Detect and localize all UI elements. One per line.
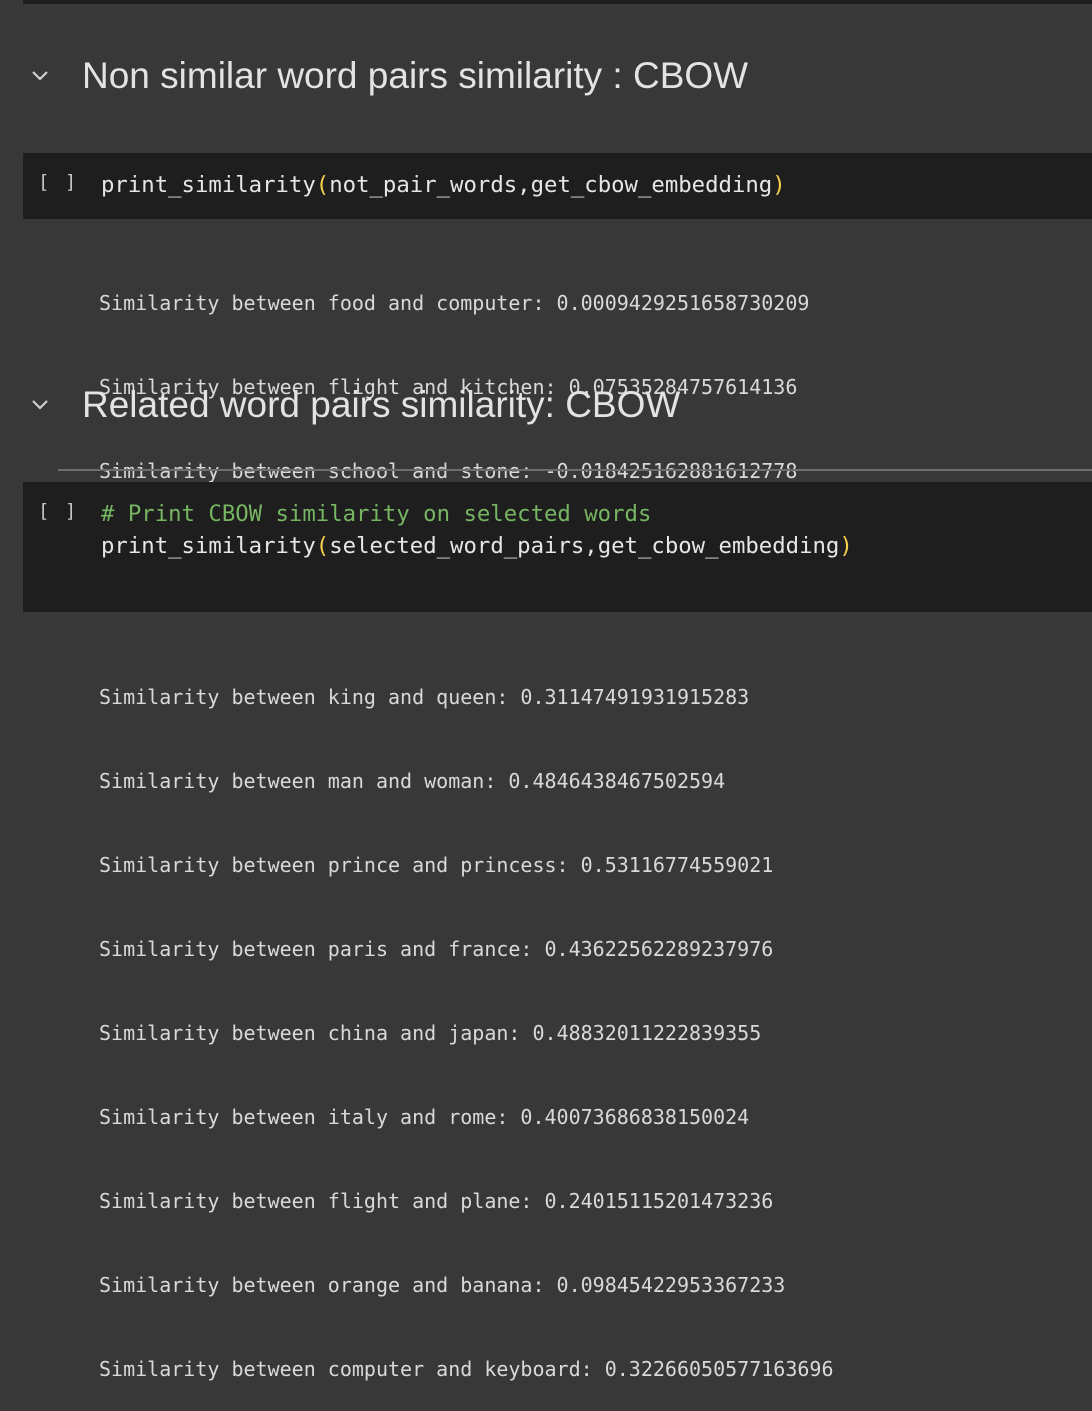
code-paren-close: ): [772, 172, 786, 198]
section-title: Non similar word pairs similarity : CBOW: [82, 55, 749, 96]
run-cell-button[interactable]: [ ]: [38, 171, 78, 193]
output-line: Similarity between computer and keyboard…: [99, 1357, 834, 1381]
divider: [58, 469, 1092, 471]
code-function: print_similarity: [101, 172, 316, 198]
code-paren-open: (: [315, 172, 330, 198]
section-header-non-similar: Non similar word pairs similarity : CBOW: [0, 52, 1092, 102]
output-line: Similarity between king and queen: 0.311…: [99, 685, 750, 709]
chevron-down-icon[interactable]: [28, 64, 52, 88]
output-line: Similarity between china and japan: 0.48…: [99, 1021, 762, 1045]
code-editor[interactable]: print_similarity(not_pair_words,get_cbow…: [101, 169, 786, 201]
output-line: Similarity between prince and princess: …: [99, 853, 774, 877]
code-args: not_pair_words,get_cbow_embedding: [329, 172, 773, 198]
previous-cell-edge: [23, 0, 1092, 4]
cell-output: Similarity between food and computer: 0.…: [99, 233, 809, 513]
chevron-down-icon[interactable]: [28, 393, 52, 417]
code-function: print_similarity: [101, 533, 316, 559]
code-comment: # Print CBOW similarity on selected word…: [101, 501, 652, 527]
output-line: Similarity between school and stone: -0.…: [99, 459, 798, 483]
code-args: selected_word_pairs,get_cbow_embedding: [329, 533, 840, 559]
output-line: Similarity between paris and france: 0.4…: [99, 937, 774, 961]
output-line: Similarity between food and computer: 0.…: [99, 291, 810, 315]
section-header-related: Related word pairs similarity: CBOW: [0, 381, 1092, 431]
output-line: Similarity between flight and plane: 0.2…: [99, 1189, 774, 1213]
output-line: Similarity between italy and rome: 0.400…: [99, 1105, 750, 1129]
output-line: Similarity between man and woman: 0.4846…: [99, 769, 726, 793]
code-paren-close: ): [839, 533, 853, 559]
code-editor[interactable]: # Print CBOW similarity on selected word…: [101, 498, 853, 562]
section-title: Related word pairs similarity: CBOW: [82, 384, 681, 425]
cell-output: Similarity between king and queen: 0.311…: [99, 627, 834, 1411]
code-cell[interactable]: [ ] # Print CBOW similarity on selected …: [23, 482, 1092, 612]
output-line: Similarity between orange and banana: 0.…: [99, 1273, 786, 1297]
code-paren-open: (: [315, 533, 330, 559]
code-cell[interactable]: [ ] print_similarity(not_pair_words,get_…: [23, 153, 1092, 219]
run-cell-button[interactable]: [ ]: [38, 500, 78, 522]
